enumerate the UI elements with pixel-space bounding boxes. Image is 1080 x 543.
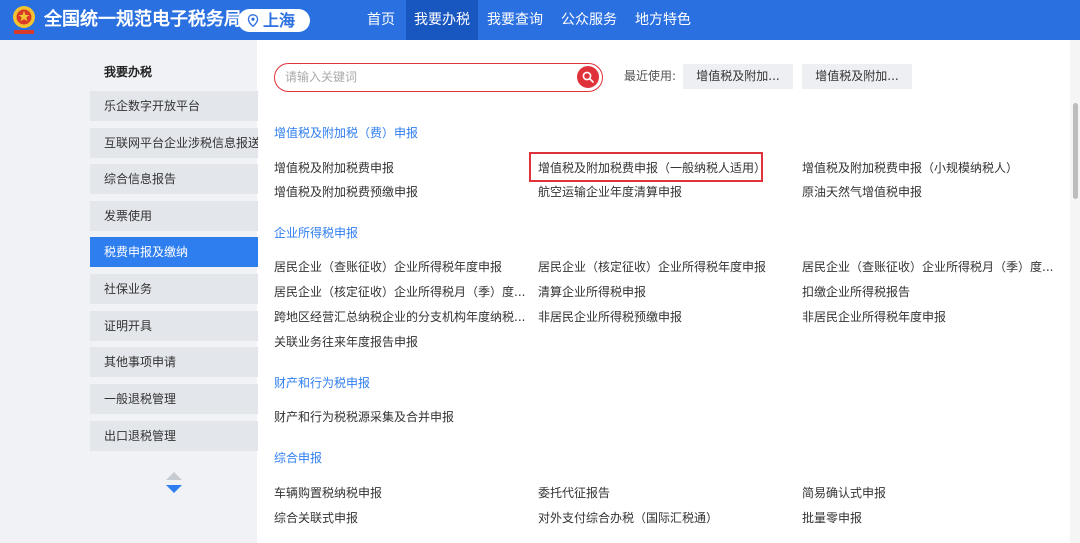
sidebar-item-info-report[interactable]: 综合信息报告 — [90, 164, 258, 194]
search-input[interactable] — [285, 66, 565, 88]
recent-use-label: 最近使用: — [624, 69, 677, 83]
service-link[interactable]: 原油天然气增值税申报 — [802, 184, 922, 200]
sidebar-item-leqi-platform[interactable]: 乐企数字开放平台 — [90, 91, 258, 121]
service-link[interactable]: 非居民企业所得税预缴申报 — [538, 309, 682, 325]
service-link[interactable]: 综合关联式申报 — [274, 510, 358, 526]
service-link[interactable]: 增值税及附加税费预缴申报 — [274, 184, 418, 200]
search-icon — [582, 71, 594, 83]
page-scrollbar-thumb[interactable] — [1073, 103, 1078, 199]
service-link[interactable]: 航空运输企业年度清算申报 — [538, 184, 682, 200]
highlight-box — [529, 152, 763, 182]
sidebar-item-tax-filing[interactable]: 税费申报及缴纳 — [90, 237, 258, 267]
nav-public-service[interactable]: 公众服务 — [552, 0, 626, 40]
location-pin-icon — [247, 14, 259, 27]
service-link[interactable]: 居民企业（查账征收）企业所得税年度申报 — [274, 259, 502, 275]
service-link[interactable]: 增值税及附加税费申报（小规模纳税人） — [802, 160, 1018, 176]
nav-query[interactable]: 我要查询 — [478, 0, 552, 40]
section-title-property-tax: 财产和行为税申报 — [274, 376, 371, 390]
service-link[interactable]: 扣缴企业所得税报告 — [802, 284, 910, 300]
section-title-vat: 增值税及附加税（费）申报 — [274, 126, 419, 140]
service-link[interactable]: 清算企业所得税申报 — [538, 284, 646, 300]
search-button[interactable] — [577, 66, 599, 88]
service-link[interactable]: 居民企业（核定征收）企业所得税月（季）度... — [274, 284, 525, 300]
site-title: 全国统一规范电子税务局 — [44, 9, 242, 30]
service-link[interactable]: 对外支付综合办税（国际汇税通） — [538, 510, 718, 526]
nav-local-features[interactable]: 地方特色 — [626, 0, 700, 40]
service-link[interactable]: 关联业务往来年度报告申报 — [274, 334, 418, 350]
search-box — [274, 63, 603, 92]
recent-item-2[interactable]: 增值税及附加... — [802, 64, 912, 89]
nav-home[interactable]: 首页 — [356, 0, 406, 40]
sidebar-heading: 我要办税 — [104, 65, 153, 79]
sidebar-item-general-refund[interactable]: 一般退税管理 — [90, 384, 258, 414]
service-link[interactable]: 居民企业（查账征收）企业所得税月（季）度... — [802, 259, 1053, 275]
service-link[interactable]: 增值税及附加税费申报 — [274, 160, 394, 176]
region-name: 上海 — [263, 11, 296, 30]
service-link[interactable]: 车辆购置税纳税申报 — [274, 485, 382, 501]
service-link[interactable]: 简易确认式申报 — [802, 485, 886, 501]
recent-item-1[interactable]: 增值税及附加... — [683, 64, 793, 89]
sidebar-scroll-arrows-icon[interactable] — [165, 471, 183, 495]
top-navigation-bar: 全国统一规范电子税务局 上海 首页 我要办税 我要查询 公众服务 地方特色 — [0, 0, 1080, 40]
sidebar-item-internet-platform-report[interactable]: 互联网平台企业涉税信息报送 — [90, 128, 258, 158]
sidebar-item-certificate[interactable]: 证明开具 — [90, 311, 258, 341]
service-link[interactable]: 委托代征报告 — [538, 485, 610, 501]
sidebar-item-other-requests[interactable]: 其他事项申请 — [90, 347, 258, 377]
service-link[interactable]: 跨地区经营汇总纳税企业的分支机构年度纳税... — [274, 309, 525, 325]
nav-tax-handling[interactable]: 我要办税 — [406, 0, 478, 40]
service-link[interactable]: 批量零申报 — [802, 510, 862, 526]
sidebar-item-social-insurance[interactable]: 社保业务 — [90, 274, 258, 304]
service-link[interactable]: 非居民企业所得税年度申报 — [802, 309, 946, 325]
tax-emblem-logo — [13, 6, 35, 34]
service-link[interactable]: 居民企业（核定征收）企业所得税年度申报 — [538, 259, 766, 275]
sidebar-item-invoice-use[interactable]: 发票使用 — [90, 201, 258, 231]
region-selector[interactable]: 上海 — [238, 9, 310, 32]
section-title-corporate-income-tax: 企业所得税申报 — [274, 226, 359, 240]
sidebar-item-export-refund[interactable]: 出口退税管理 — [90, 421, 258, 451]
section-title-comprehensive: 综合申报 — [274, 451, 323, 465]
service-link[interactable]: 财产和行为税税源采集及合并申报 — [274, 409, 454, 425]
